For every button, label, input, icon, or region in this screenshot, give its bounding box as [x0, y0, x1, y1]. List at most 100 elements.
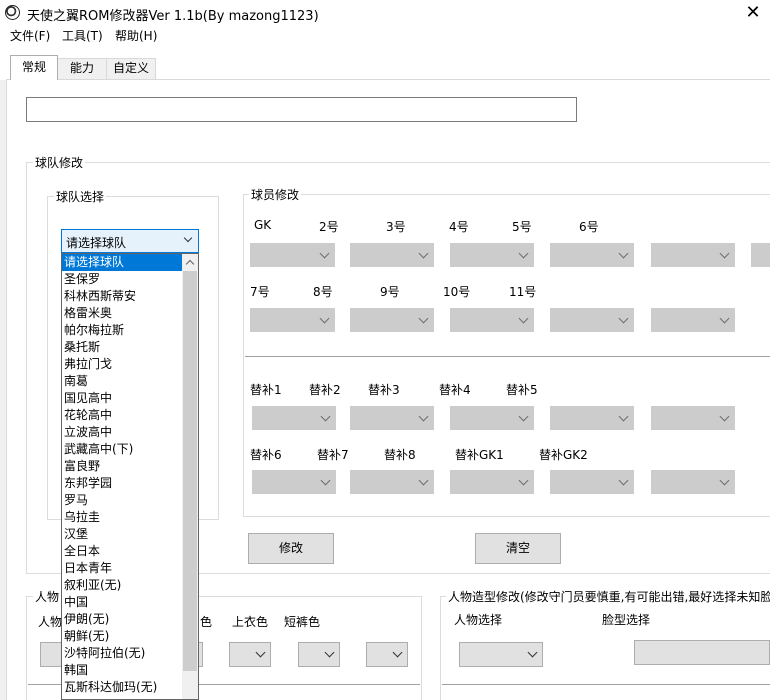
player-edit-group-title: 球员修改: [249, 186, 302, 203]
menu-help[interactable]: 帮助(H): [115, 27, 157, 44]
clear-button[interactable]: 清空: [475, 533, 561, 564]
player-label-11: 11号: [509, 285, 537, 299]
sub-label-2: 替补2: [309, 383, 341, 397]
extra-color-select[interactable]: [366, 642, 408, 667]
player-select-6[interactable]: [751, 243, 770, 267]
team-option[interactable]: 叙利亚(无): [62, 577, 183, 594]
sub-select-8[interactable]: [450, 470, 534, 494]
sub-select-5[interactable]: [651, 406, 735, 430]
team-option[interactable]: 国见高中: [62, 390, 183, 407]
tab-ability[interactable]: 能力: [57, 58, 107, 79]
player-label-7: 7号: [250, 285, 270, 299]
appearance-person-select[interactable]: [459, 642, 543, 667]
person-group-title: 人物: [33, 588, 62, 605]
color-label: 色: [200, 615, 213, 629]
player-label-5: 5号: [512, 220, 532, 234]
team-option[interactable]: 东邦学园: [62, 475, 183, 492]
tab-general[interactable]: 常规: [10, 55, 58, 80]
team-option[interactable]: 请选择球队: [62, 254, 183, 271]
player-label-10: 10号: [443, 285, 471, 299]
team-option[interactable]: 格雷米奥: [62, 305, 183, 322]
team-option[interactable]: 富良野: [62, 458, 183, 475]
player-label-6: 6号: [579, 220, 599, 234]
team-option[interactable]: 朝鲜(无): [62, 628, 183, 645]
team-option[interactable]: 日本青年: [62, 560, 183, 577]
sub-label-5: 替补5: [506, 383, 538, 397]
shorts-color-label: 短裤色: [284, 615, 321, 629]
modify-button[interactable]: 修改: [248, 533, 334, 564]
sub-label-7: 替补7: [317, 448, 349, 462]
team-list-popup[interactable]: 请选择球队 圣保罗 科林西斯蒂安 格雷米奥 帕尔梅拉斯 桑托斯 弗拉门戈 南葛 国见高中 花轮高中…: [61, 253, 199, 700]
sub-label-1: 替补1: [250, 383, 282, 397]
close-button[interactable]: ✕: [738, 1, 768, 24]
team-edit-group-title: 球队修改: [33, 154, 86, 171]
scroll-up-icon[interactable]: [182, 254, 198, 271]
team-option[interactable]: 花轮高中: [62, 407, 183, 424]
shorts-color-select[interactable]: [298, 642, 340, 667]
appearance-separator: [442, 684, 770, 686]
team-select-dropdown[interactable]: 请选择球队: [61, 229, 199, 253]
team-option[interactable]: 弗拉门戈: [62, 356, 183, 373]
chevron-down-icon: [183, 233, 193, 243]
player-select-5[interactable]: [651, 243, 735, 267]
team-option[interactable]: 南葛: [62, 373, 183, 390]
shirt-color-label: 上衣色: [232, 615, 269, 629]
player-label-3: 3号: [386, 220, 406, 234]
team-list-scrollbar[interactable]: [182, 254, 198, 699]
sub-label-gk1: 替补GK1: [455, 448, 504, 462]
team-option[interactable]: 伊朗(无): [62, 611, 183, 628]
sub-select-gk2[interactable]: [651, 470, 735, 494]
player-select-11[interactable]: [651, 308, 735, 332]
sub-select-3[interactable]: [450, 406, 534, 430]
team-option[interactable]: 沙特阿拉伯(无): [62, 645, 183, 662]
sub-select-gk1[interactable]: [550, 470, 634, 494]
player-select-7[interactable]: [250, 308, 335, 332]
menu-tools[interactable]: 工具(T): [62, 27, 103, 44]
face-type-select[interactable]: [634, 640, 770, 665]
team-option[interactable]: 乌拉圭: [62, 509, 183, 526]
sub-label-gk2: 替补GK2: [539, 448, 588, 462]
player-select-3[interactable]: [450, 243, 534, 267]
player-separator: [245, 356, 770, 358]
player-select-4[interactable]: [550, 243, 634, 267]
sub-label-6: 替补6: [250, 448, 282, 462]
sub-select-1[interactable]: [252, 406, 336, 430]
team-option[interactable]: 汉堡: [62, 526, 183, 543]
team-option[interactable]: 罗马: [62, 492, 183, 509]
team-option[interactable]: 武藏高中(下): [62, 441, 183, 458]
player-select-2[interactable]: [350, 243, 434, 267]
sub-label-8: 替补8: [384, 448, 416, 462]
team-option[interactable]: 圣保罗: [62, 271, 183, 288]
team-option[interactable]: 帕尔梅拉斯: [62, 322, 183, 339]
player-select-gk[interactable]: [250, 243, 335, 267]
player-select-9[interactable]: [450, 308, 534, 332]
player-label-8: 8号: [313, 285, 333, 299]
team-option[interactable]: 桑托斯: [62, 339, 183, 356]
soccer-ball-icon: [5, 5, 20, 20]
player-select-8[interactable]: [350, 308, 434, 332]
team-option[interactable]: 全日本: [62, 543, 183, 560]
team-select-value: 请选择球队: [66, 236, 127, 250]
face-type-label: 脸型选择: [602, 613, 651, 627]
scroll-thumb[interactable]: [183, 271, 197, 671]
team-option[interactable]: 科林西斯蒂安: [62, 288, 183, 305]
sub-select-4[interactable]: [550, 406, 634, 430]
sub-select-2[interactable]: [350, 406, 434, 430]
sub-select-6[interactable]: [252, 470, 336, 494]
shirt-color-select[interactable]: [229, 642, 271, 667]
player-select-10[interactable]: [550, 308, 634, 332]
rom-path-input[interactable]: [26, 97, 577, 122]
team-options-list: 请选择球队 圣保罗 科林西斯蒂安 格雷米奥 帕尔梅拉斯 桑托斯 弗拉门戈 南葛 国见高中 花轮高中…: [62, 254, 183, 696]
team-select-group-title: 球队选择: [54, 188, 107, 205]
appearance-group-title: 人物造型修改(修改守门员要慎重,有可能出错,最好选择未知脸: [446, 588, 770, 605]
team-option[interactable]: 立波高中: [62, 424, 183, 441]
menu-file[interactable]: 文件(F): [10, 27, 50, 44]
window-title: 天使之翼ROM修改器Ver 1.1b(By mazong1123): [27, 9, 319, 24]
tab-custom[interactable]: 自定义: [106, 58, 156, 79]
player-label-4: 4号: [449, 220, 469, 234]
team-option[interactable]: 中国: [62, 594, 183, 611]
sub-select-7[interactable]: [350, 470, 434, 494]
sub-label-4: 替补4: [439, 383, 471, 397]
team-option[interactable]: 韩国: [62, 662, 183, 679]
team-option[interactable]: 瓦斯科达伽玛(无): [62, 679, 183, 696]
